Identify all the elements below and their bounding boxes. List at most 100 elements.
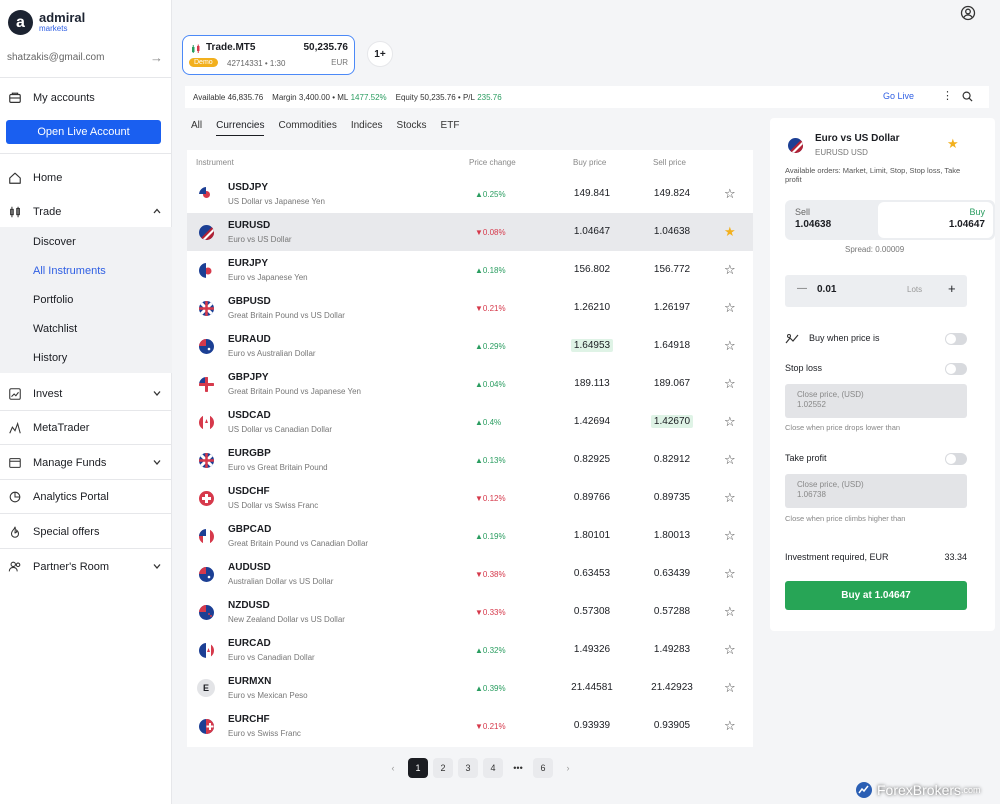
star-outline-icon[interactable]: ☆ [724,604,736,620]
star-outline-icon[interactable]: ☆ [724,528,736,544]
sell-price-cell[interactable]: 0.93905 [642,720,702,731]
sell-price-cell[interactable]: 1.49283 [642,644,702,655]
buy-price-cell[interactable]: 156.802 [562,264,622,275]
chevron-up-icon[interactable] [152,206,162,218]
sell-price-cell[interactable]: 149.824 [642,188,702,199]
buy-button[interactable]: Buy at 1.04647 [785,581,967,610]
table-row[interactable]: GBPUSD Great Britain Pound vs US Dollar ▼0… [187,289,753,327]
star-outline-icon[interactable]: ☆ [724,300,736,316]
table-row[interactable]: E EURMXN Euro vs Mexican Peso ▲0.39% 21.4458… [187,669,753,707]
sell-price-cell[interactable]: 1.80013 [642,530,702,541]
sidebar-item-analytics-portal[interactable]: Analytics Portal [0,483,172,511]
buy-price-cell[interactable]: 0.57308 [562,606,622,617]
add-account-button[interactable]: 1+ [367,41,393,67]
table-row[interactable]: NZDUSD New Zealand Dollar vs US Dollar ▼0.… [187,593,753,631]
take-profit-input[interactable]: Close price, (USD) 1.06738 [785,474,967,508]
buy-price-cell[interactable]: 0.89766 [562,492,622,503]
logout-arrow-icon[interactable]: → [150,50,163,65]
brand-logo[interactable]: a admiral markets [8,10,85,35]
tab-indices[interactable]: Indices [351,120,383,136]
header-price-change[interactable]: Price change [469,158,516,167]
tab-stocks[interactable]: Stocks [397,120,427,136]
search-icon[interactable] [962,91,973,102]
open-live-account-button[interactable]: Open Live Account [6,120,161,144]
go-live-link[interactable]: Go Live [883,91,914,101]
sell-price-cell[interactable]: 0.89735 [642,492,702,503]
sidebar-subitem-watchlist[interactable]: Watchlist [0,314,172,343]
sell-price-cell[interactable]: 189.067 [642,378,702,389]
star-outline-icon[interactable]: ☆ [724,680,736,696]
sell-price-cell[interactable]: 0.57288 [642,606,702,617]
sidebar-item-manage-funds[interactable]: Manage Funds [0,449,172,477]
tab-currencies[interactable]: Currencies [216,120,265,136]
table-row[interactable]: AUDUSD Australian Dollar vs US Dollar ▼0.3… [187,555,753,593]
header-sell-price[interactable]: Sell price [653,158,686,167]
more-vertical-icon[interactable]: ⋮ [942,89,953,102]
table-row[interactable]: EURCAD Euro vs Canadian Dollar ▲0.32% 1.493… [187,631,753,669]
sidebar-item-my-accounts[interactable]: My accounts [0,84,172,112]
buy-price-cell[interactable]: 1.80101 [562,530,622,541]
star-outline-icon[interactable]: ☆ [724,186,736,202]
sidebar-subitem-discover[interactable]: Discover [0,227,172,256]
star-outline-icon[interactable]: ☆ [724,490,736,506]
table-row[interactable]: EURAUD Euro vs Australian Dollar ▲0.29% 1.6… [187,327,753,365]
star-outline-icon[interactable]: ☆ [724,338,736,354]
table-row[interactable]: GBPCAD Great Britain Pound vs Canadian Do… [187,517,753,555]
header-buy-price[interactable]: Buy price [573,158,606,167]
buy-when-toggle[interactable] [945,333,967,345]
tab-commodities[interactable]: Commodities [278,120,336,136]
buy-price-cell[interactable]: 189.113 [562,378,622,389]
sell-price-cell[interactable]: 156.772 [642,264,702,275]
sell-price-cell[interactable]: 1.26197 [642,302,702,313]
table-row[interactable]: EURGBP Euro vs Great Britain Pound ▲0.13% 0… [187,441,753,479]
stop-loss-toggle[interactable] [945,363,967,375]
buy-option[interactable]: Buy 1.04647 [878,202,993,238]
sell-price-cell[interactable]: 0.63439 [642,568,702,579]
star-outline-icon[interactable]: ☆ [724,718,736,734]
table-row[interactable]: EURJPY Euro vs Japanese Yen ▲0.18% 156.802 1… [187,251,753,289]
buy-price-cell[interactable]: 0.93939 [562,720,622,731]
star-outline-icon[interactable]: ☆ [724,376,736,392]
sidebar-subitem-history[interactable]: History [0,343,172,373]
sell-price-cell[interactable]: 1.64918 [642,340,702,351]
table-row[interactable]: GBPJPY Great Britain Pound vs Japanese Ye… [187,365,753,403]
sell-price-cell[interactable]: 21.42923 [642,682,702,693]
sidebar-subitem-all-instruments[interactable]: All Instruments [0,256,172,285]
star-outline-icon[interactable]: ☆ [724,452,736,468]
sell-price-cell[interactable]: 1.42670 [642,415,702,428]
star-outline-icon[interactable]: ☆ [724,262,736,278]
sidebar-item-trade[interactable]: Trade [0,198,172,226]
take-profit-toggle[interactable] [945,453,967,465]
buy-price-cell[interactable]: 1.49326 [562,644,622,655]
table-row[interactable]: USDCAD US Dollar vs Canadian Dollar ▲0.4% 1… [187,403,753,441]
favorite-star-icon[interactable]: ★ [947,136,959,152]
account-card[interactable]: Trade.MT5 50,235.76 Demo 42714331 • 1:30… [182,35,355,75]
plus-icon[interactable]: + [948,281,956,296]
page-button[interactable]: 2 [433,758,453,778]
buy-price-cell[interactable]: 149.841 [562,188,622,199]
lots-input[interactable]: 0.01 [817,284,836,295]
page-button[interactable]: 4 [483,758,503,778]
sell-option[interactable]: Sell 1.04638 [795,207,831,230]
table-row[interactable]: EURCHF Euro vs Swiss Franc ▼0.21% 0.93939 0.… [187,707,753,745]
user-profile-icon[interactable] [960,5,976,21]
buy-price-cell[interactable]: 1.64953 [562,339,622,352]
sidebar-item-partners-room[interactable]: Partner's Room [0,553,172,581]
star-outline-icon[interactable]: ☆ [724,642,736,658]
star-outline-icon[interactable]: ☆ [724,414,736,430]
sidebar-item-invest[interactable]: Invest [0,380,172,408]
sidebar-item-home[interactable]: Home [0,164,172,192]
user-email-row[interactable]: shatzakis@gmail.com → [7,50,163,65]
sell-price-cell[interactable]: 1.04638 [642,226,702,237]
star-filled-icon[interactable]: ★ [724,224,736,240]
sidebar-item-metatrader[interactable]: MetaTrader [0,414,172,442]
table-row[interactable]: USDCHF US Dollar vs Swiss Franc ▼0.12% 0.89… [187,479,753,517]
buy-price-cell[interactable]: 0.63453 [562,568,622,579]
sidebar-item-special-offers[interactable]: Special offers [0,518,172,546]
minus-icon[interactable]: — [797,283,807,294]
tab-etf[interactable]: ETF [441,120,460,136]
buy-price-cell[interactable]: 21.44581 [562,682,622,693]
tab-all[interactable]: All [191,120,202,136]
sidebar-subitem-portfolio[interactable]: Portfolio [0,285,172,314]
table-row[interactable]: USDJPY US Dollar vs Japanese Yen ▲0.25% 149… [187,175,753,213]
